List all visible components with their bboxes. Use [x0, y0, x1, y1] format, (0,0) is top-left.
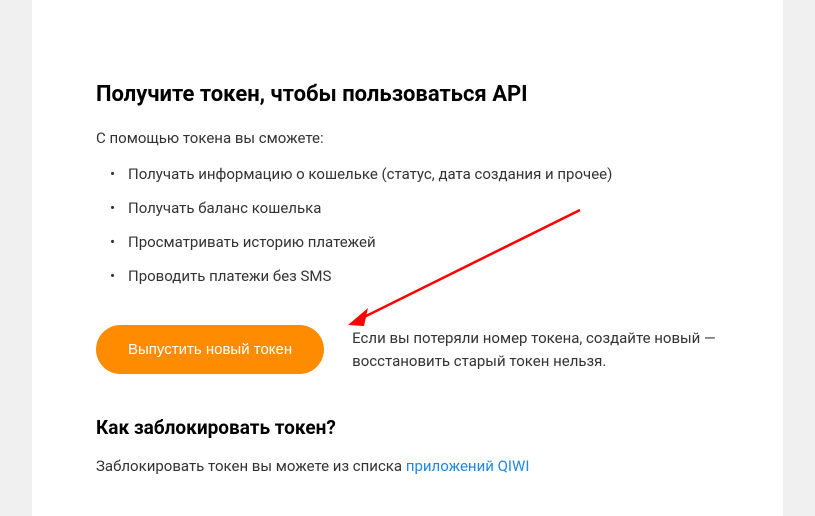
block-text-prefix: Заблокировать токен вы можете из списка: [96, 457, 406, 475]
issue-new-token-button[interactable]: Выпустить новый токен: [96, 325, 324, 374]
list-item: Проводить платежи без SMS: [96, 267, 719, 285]
action-row: Выпустить новый токен Если вы потеряли н…: [96, 325, 719, 374]
main-heading: Получите токен, чтобы пользоваться API: [96, 82, 719, 107]
content-card: Получите токен, чтобы пользоваться API С…: [32, 0, 783, 516]
qiwi-apps-link[interactable]: приложений QIWI: [406, 457, 530, 475]
intro-text: С помощью токена вы сможете:: [96, 129, 719, 147]
token-note: Если вы потеряли номер токена, создайте …: [352, 327, 719, 372]
block-heading: Как заблокировать токен?: [96, 416, 719, 439]
list-item: Получать баланс кошелька: [96, 199, 719, 217]
list-item: Получать информацию о кошельке (статус, …: [96, 165, 719, 183]
capabilities-list: Получать информацию о кошельке (статус, …: [96, 165, 719, 285]
block-text: Заблокировать токен вы можете из списка …: [96, 457, 719, 475]
list-item: Просматривать историю платежей: [96, 233, 719, 251]
